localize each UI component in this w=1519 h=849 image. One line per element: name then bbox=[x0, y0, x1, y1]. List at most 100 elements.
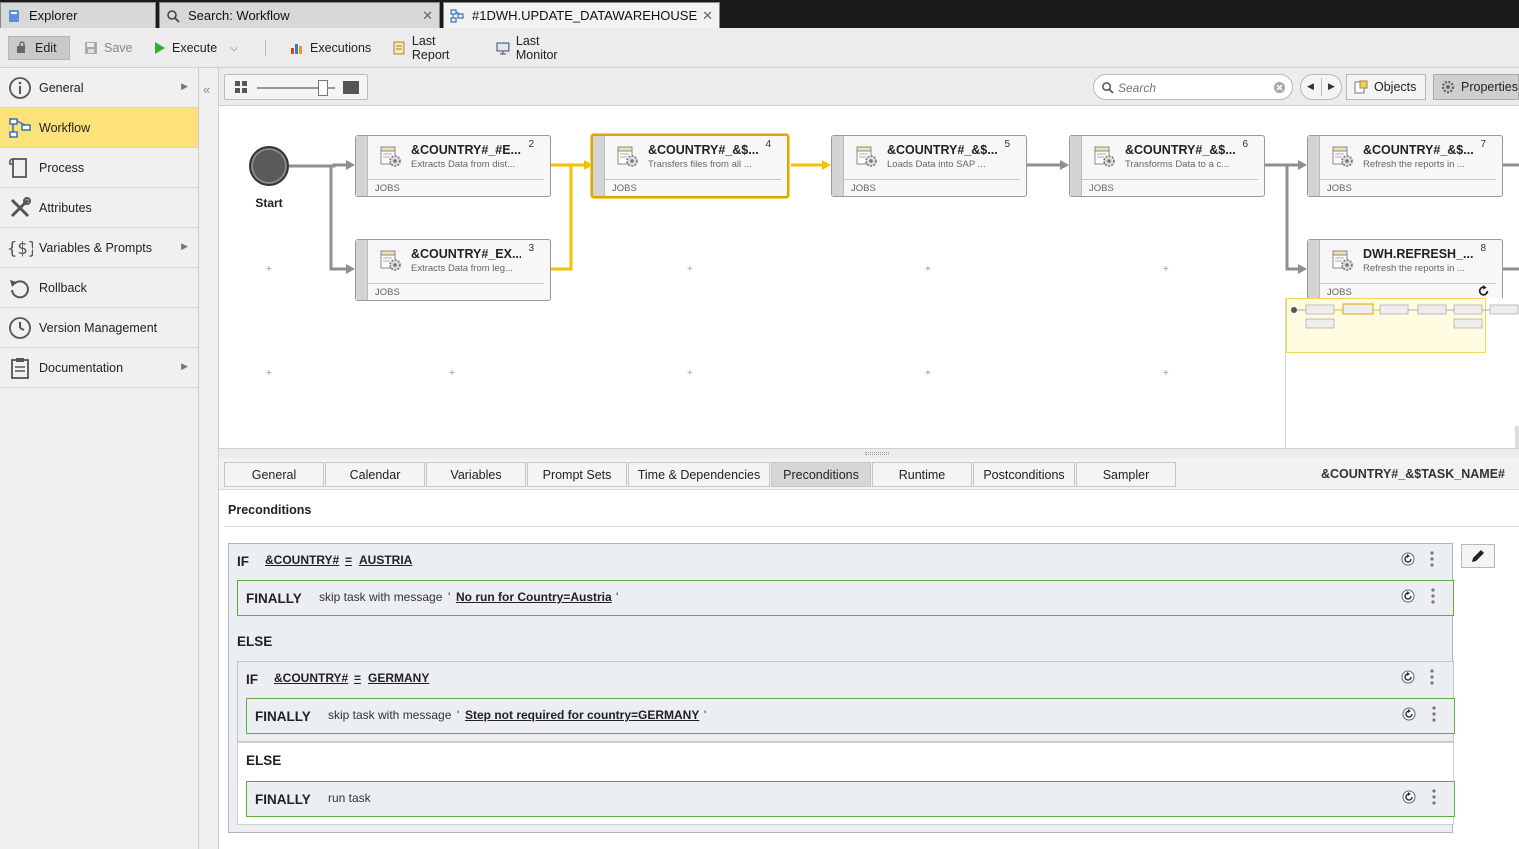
grid-icon[interactable] bbox=[235, 81, 247, 93]
close-icon[interactable]: ✕ bbox=[422, 8, 433, 24]
minimap-preview bbox=[1291, 303, 1519, 329]
sidebar-item-documentation[interactable]: Documentation ▶ bbox=[0, 348, 198, 388]
condition-operator[interactable]: = bbox=[345, 553, 352, 567]
fit-view-icon[interactable] bbox=[343, 81, 359, 94]
tab-time-dependencies[interactable]: Time & Dependencies bbox=[628, 462, 770, 487]
grid-drop-marker[interactable]: + bbox=[266, 368, 272, 379]
reset-icon[interactable] bbox=[1401, 670, 1415, 684]
document-tab-bar: Explorer Search: Workflow ✕ #1DWH.UPDATE… bbox=[0, 0, 1519, 28]
tab-search-workflow[interactable]: Search: Workflow ✕ bbox=[159, 2, 440, 28]
condition-operator[interactable]: = bbox=[354, 671, 361, 685]
workflow-task-node[interactable]: DWH.REFRESH_... Refresh the reports in .… bbox=[1307, 239, 1503, 301]
sidebar-item-attributes[interactable]: Attributes bbox=[0, 188, 198, 228]
sidebar-item-workflow[interactable]: Workflow bbox=[0, 108, 198, 148]
save-button[interactable]: Save bbox=[78, 36, 140, 60]
grid-drop-marker[interactable]: + bbox=[687, 264, 693, 275]
search-input[interactable] bbox=[1118, 79, 1268, 96]
tab-postconditions[interactable]: Postconditions bbox=[973, 462, 1075, 487]
condition-variable[interactable]: &COUNTRY# bbox=[274, 671, 348, 685]
sidebar-item-version-management[interactable]: Version Management bbox=[0, 308, 198, 348]
job-icon bbox=[617, 146, 638, 167]
more-options-icon[interactable] bbox=[1432, 789, 1436, 805]
zoom-slider-thumb[interactable] bbox=[318, 80, 329, 96]
executions-button[interactable]: Executions bbox=[284, 36, 378, 60]
workflow-task-node-selected[interactable]: &COUNTRY#_&$... Transfers files from all… bbox=[591, 134, 789, 198]
canvas-scrollbar[interactable] bbox=[1515, 426, 1519, 448]
execute-dropdown[interactable]: ⌵ bbox=[226, 36, 242, 60]
last-report-button[interactable]: Last Report bbox=[386, 34, 482, 62]
condition-value[interactable]: AUSTRIA bbox=[359, 553, 412, 567]
refresh-icon[interactable] bbox=[1478, 285, 1490, 297]
grid-drop-marker[interactable]: + bbox=[1163, 264, 1169, 275]
reset-icon[interactable] bbox=[1401, 589, 1415, 603]
tab-explorer[interactable]: Explorer bbox=[0, 2, 156, 28]
workflow-task-node[interactable]: &COUNTRY#_&$... Transforms Data to a c..… bbox=[1069, 135, 1265, 197]
start-node[interactable] bbox=[249, 146, 289, 186]
grid-drop-marker[interactable]: + bbox=[925, 264, 931, 275]
previous-result-icon[interactable]: ◀ bbox=[1307, 81, 1314, 92]
tab-workflow-object[interactable]: #1DWH.UPDATE_DATAWAREHOUSE ✕ bbox=[443, 2, 720, 28]
sidebar-item-rollback[interactable]: Rollback bbox=[0, 268, 198, 308]
edit-preconditions-button[interactable] bbox=[1461, 544, 1495, 568]
more-options-icon[interactable] bbox=[1432, 706, 1436, 722]
node-number: 8 bbox=[1480, 243, 1486, 254]
finally-row: FINALLY run task bbox=[246, 781, 1455, 817]
canvas-toolbar: ◀ ▶ Objects Properties bbox=[219, 68, 1519, 106]
search-box bbox=[1093, 74, 1293, 100]
reset-icon[interactable] bbox=[1402, 790, 1416, 804]
workflow-canvas[interactable]: Start &COUNTRY#_#E... Extracts Data from… bbox=[219, 106, 1519, 448]
grid-drop-marker[interactable]: + bbox=[449, 368, 455, 379]
sidebar-item-process[interactable]: Process bbox=[0, 148, 198, 188]
chevron-right-icon: ▶ bbox=[181, 361, 188, 371]
tab-runtime[interactable]: Runtime bbox=[872, 462, 972, 487]
close-icon[interactable]: ✕ bbox=[702, 8, 713, 24]
tab-preconditions[interactable]: Preconditions bbox=[771, 462, 871, 487]
finally-message[interactable]: No run for Country=Austria bbox=[456, 590, 612, 604]
workflow-task-node[interactable]: &COUNTRY#_&$... Loads Data into SAP ... … bbox=[831, 135, 1027, 197]
sidebar-collapse-strip: « bbox=[199, 68, 219, 849]
condition-value[interactable]: GERMANY bbox=[368, 671, 429, 685]
finally-message[interactable]: Step not required for country=GERMANY bbox=[465, 708, 699, 722]
main-toolbar: Edit Save Execute ⌵ Executions Last Repo… bbox=[0, 28, 1519, 68]
grid-drop-marker[interactable]: + bbox=[687, 368, 693, 379]
tab-general[interactable]: General bbox=[224, 462, 324, 487]
tab-prompt-sets[interactable]: Prompt Sets bbox=[527, 462, 627, 487]
tab-calendar[interactable]: Calendar bbox=[325, 462, 425, 487]
reset-icon[interactable] bbox=[1401, 552, 1415, 566]
grid-drop-marker[interactable]: + bbox=[266, 264, 272, 275]
reset-icon[interactable] bbox=[1402, 707, 1416, 721]
more-options-icon[interactable] bbox=[1430, 669, 1434, 685]
clock-icon bbox=[7, 315, 33, 341]
clear-icon[interactable] bbox=[1273, 81, 1286, 94]
workflow-task-node[interactable]: &COUNTRY#_#E... Extracts Data from dist.… bbox=[355, 135, 551, 197]
node-title: &COUNTRY#_&$... bbox=[1363, 143, 1473, 157]
objects-button[interactable]: Objects bbox=[1346, 74, 1426, 100]
workflow-icon bbox=[450, 8, 464, 23]
toolbar-separator bbox=[265, 40, 266, 56]
job-icon bbox=[1094, 146, 1115, 167]
tab-sampler[interactable]: Sampler bbox=[1076, 462, 1176, 487]
workflow-task-node[interactable]: &COUNTRY#_EX... Extracts Data from leg..… bbox=[355, 239, 551, 301]
condition-variable[interactable]: &COUNTRY# bbox=[265, 553, 339, 567]
grid-drop-marker[interactable]: + bbox=[1163, 368, 1169, 379]
more-options-icon[interactable] bbox=[1431, 588, 1435, 604]
workflow-task-node[interactable]: &COUNTRY#_&$... Refresh the reports in .… bbox=[1307, 135, 1503, 197]
sidebar-item-variables-prompts[interactable]: {$} Variables & Prompts ▶ bbox=[0, 228, 198, 268]
sidebar-item-general[interactable]: General ▶ bbox=[0, 68, 198, 108]
node-description: Extracts Data from dist... bbox=[411, 159, 515, 170]
edit-button[interactable]: Edit bbox=[8, 36, 70, 60]
grid-drop-marker[interactable]: + bbox=[925, 368, 931, 379]
next-result-icon[interactable]: ▶ bbox=[1328, 81, 1335, 92]
tab-label: Explorer bbox=[29, 8, 78, 23]
double-chevron-left-icon[interactable]: « bbox=[203, 82, 210, 97]
tab-variables[interactable]: Variables bbox=[426, 462, 526, 487]
properties-button[interactable]: Properties bbox=[1433, 74, 1519, 100]
execute-button[interactable]: Execute bbox=[146, 36, 224, 60]
more-options-icon[interactable] bbox=[1430, 551, 1434, 567]
panel-splitter[interactable] bbox=[219, 448, 1519, 458]
minimap-panel[interactable] bbox=[1285, 298, 1519, 448]
node-description: Extracts Data from leg... bbox=[411, 263, 513, 274]
play-icon bbox=[155, 42, 165, 54]
pencil-icon bbox=[1472, 550, 1484, 562]
last-monitor-button[interactable]: Last Monitor bbox=[490, 34, 590, 62]
